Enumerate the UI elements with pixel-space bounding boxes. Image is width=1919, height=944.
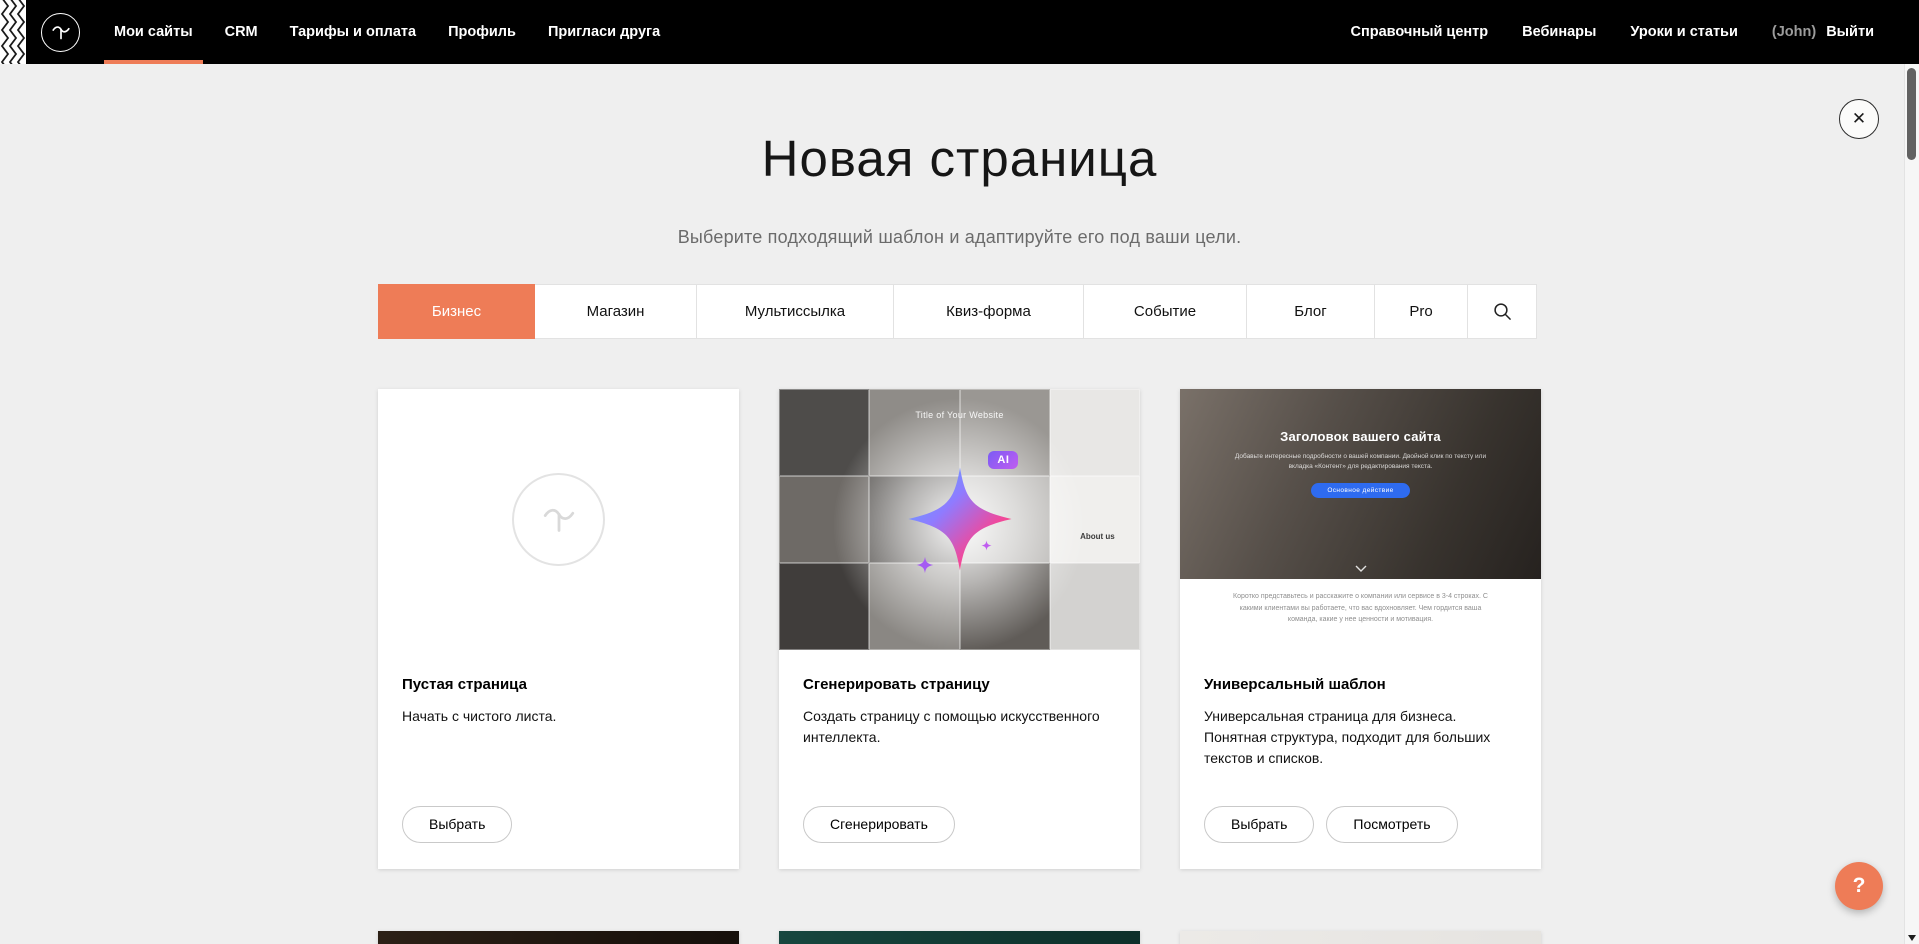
page-title: Новая страница [378, 130, 1541, 189]
nav-item-profile[interactable]: Профиль [432, 0, 532, 64]
card-description: Создать страницу с помощью искусственног… [803, 706, 1116, 748]
close-button[interactable]: ✕ [1839, 99, 1879, 139]
card-description: Начать с чистого листа. [402, 706, 715, 727]
tab-business[interactable]: Бизнес [378, 284, 535, 339]
preview-body-text: Коротко представьтесь и расскажите о ком… [1231, 591, 1491, 649]
scrollbar-down-arrow[interactable] [1908, 935, 1916, 941]
user-name: (John) [1772, 24, 1816, 40]
small-sparkle-icon [916, 556, 934, 574]
preview-hero: Заголовок вашего сайта Добавьте интересн… [1180, 389, 1541, 580]
ai-badge: AI [988, 451, 1018, 469]
template-category-tabs: Бизнес Магазин Мультиссылка Квиз-форма С… [378, 284, 1541, 339]
template-card-row2-2[interactable] [779, 931, 1140, 944]
nav-item-webinars[interactable]: Вебинары [1522, 24, 1596, 40]
card-description: Универсальная страница для бизнеса. Поня… [1204, 706, 1517, 769]
ai-generate-preview: Title of Your Website About us [779, 389, 1140, 650]
tilda-watermark-icon [512, 473, 605, 566]
secondary-navigation: Справочный центр Вебинары Уроки и статьи… [1351, 24, 1874, 40]
template-preview-image [1180, 931, 1541, 944]
card-title: Пустая страница [402, 676, 715, 693]
nav-item-help-center[interactable]: Справочный центр [1351, 24, 1489, 40]
template-grid: Пустая страница Начать с чистого листа. … [378, 389, 1541, 944]
page-subtitle: Выберите подходящий шаблон и адаптируйте… [378, 227, 1541, 248]
template-card-row2-3[interactable] [1180, 931, 1541, 944]
preview-heading: Заголовок вашего сайта [1280, 429, 1441, 444]
nav-item-invite-friend[interactable]: Пригласи друга [532, 0, 676, 64]
preview-subtext: Добавьте интересные подробности о вашей … [1223, 452, 1497, 473]
preview-body: Коротко представьтесь и расскажите о ком… [1180, 579, 1541, 649]
card-actions: Сгенерировать [803, 806, 1116, 843]
template-card-universal: Заголовок вашего сайта Добавьте интересн… [1180, 389, 1541, 869]
card-body: Сгенерировать страницу Создать страницу … [779, 650, 1140, 869]
card-actions: Выбрать [402, 806, 715, 843]
tab-store[interactable]: Магазин [535, 284, 697, 339]
scrollbar[interactable] [1904, 64, 1919, 944]
user-logout[interactable]: (John) Выйти [1772, 24, 1874, 40]
tab-quiz-form[interactable]: Квиз-форма [894, 284, 1084, 339]
choose-blank-button[interactable]: Выбрать [402, 806, 512, 843]
tab-search[interactable] [1468, 284, 1537, 339]
help-button[interactable]: ? [1835, 862, 1883, 910]
card-body: Пустая страница Начать с чистого листа. … [378, 650, 739, 869]
close-icon: ✕ [1852, 109, 1866, 129]
search-icon [1493, 302, 1512, 321]
new-page-modal: Новая страница Выберите подходящий шабло… [378, 64, 1541, 944]
main-navigation: Мои сайты CRM Тарифы и оплата Профиль Пр… [98, 0, 676, 64]
tilda-logo[interactable] [41, 13, 80, 52]
template-preview-image [779, 931, 1140, 944]
universal-template-preview: Заголовок вашего сайта Добавьте интересн… [1180, 389, 1541, 650]
tab-multilink[interactable]: Мультиссылка [697, 284, 894, 339]
tab-pro[interactable]: Pro [1375, 284, 1468, 339]
nav-item-lessons[interactable]: Уроки и статьи [1630, 24, 1737, 40]
zigzag-pattern [0, 0, 26, 64]
tiny-sparkle-icon [981, 540, 992, 551]
preview-cta-button: Основное действие [1311, 483, 1409, 498]
template-preview-image [378, 931, 739, 944]
card-title: Сгенерировать страницу [803, 676, 1116, 693]
template-card-blank: Пустая страница Начать с чистого листа. … [378, 389, 739, 869]
blank-page-preview [378, 389, 739, 650]
nav-item-pricing[interactable]: Тарифы и оплата [274, 0, 432, 64]
chevron-down-icon [1355, 565, 1367, 572]
generate-button[interactable]: Сгенерировать [803, 806, 955, 843]
card-body: Универсальный шаблон Универсальная стран… [1180, 650, 1541, 869]
question-icon: ? [1853, 874, 1866, 898]
template-card-row2-1[interactable] [378, 931, 739, 944]
view-universal-button[interactable]: Посмотреть [1326, 806, 1457, 843]
tilda-logo-icon [48, 19, 74, 45]
choose-universal-button[interactable]: Выбрать [1204, 806, 1314, 843]
top-navbar: Мои сайты CRM Тарифы и оплата Профиль Пр… [0, 0, 1919, 64]
logout-link[interactable]: Выйти [1826, 24, 1874, 40]
template-card-ai-generate: Title of Your Website About us [779, 389, 1140, 869]
card-actions: Выбрать Посмотреть [1204, 806, 1517, 843]
tab-event[interactable]: Событие [1084, 284, 1247, 339]
nav-item-my-sites[interactable]: Мои сайты [98, 0, 209, 64]
scrollbar-thumb[interactable] [1907, 68, 1916, 160]
tab-blog[interactable]: Блог [1247, 284, 1375, 339]
nav-item-crm[interactable]: CRM [209, 0, 274, 64]
card-title: Универсальный шаблон [1204, 676, 1517, 693]
